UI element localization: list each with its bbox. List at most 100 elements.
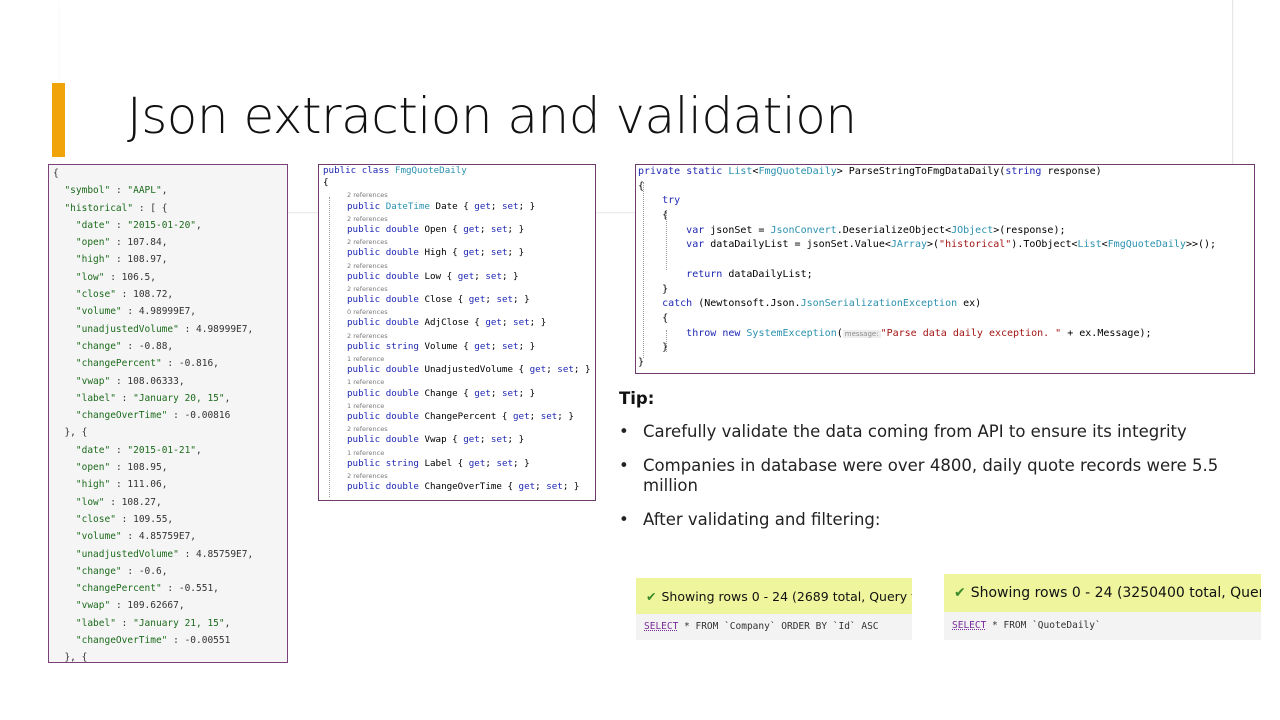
property-declaration: public string Volume { get; set; } xyxy=(347,340,536,352)
tip-bullet: Carefully validate the data coming from … xyxy=(619,422,1259,442)
class-open-brace: { xyxy=(323,177,329,189)
json-line: }, { xyxy=(53,427,88,439)
throw-message: "Parse data daily exception. " + ex.Mess… xyxy=(880,327,1152,339)
property-declaration: public double Change { get; set; } xyxy=(347,387,536,399)
json-line: "high" : 111.06, xyxy=(75,479,168,491)
property-declaration: public double ChangePercent { get; set; … xyxy=(347,410,574,422)
json-line: "high" : 108.97, xyxy=(75,254,168,266)
json-line: "symbol" : "AAPL", xyxy=(64,185,168,197)
indent-guide xyxy=(666,330,667,352)
property-declaration: public double Vwap { get; set; } xyxy=(347,434,525,446)
result-status-text: Showing rows 0 - 24 (3250400 total, Quer… xyxy=(970,585,1261,601)
reference-count: 2 references xyxy=(347,214,388,223)
json-line: "volume" : 4.85759E7, xyxy=(75,531,197,543)
property-declaration: public double AdjClose { get; set; } xyxy=(347,317,547,329)
property-declaration: public double Close { get; set; } xyxy=(347,294,530,306)
method-code-line: try xyxy=(662,195,681,207)
parameter-hint: message: xyxy=(842,329,881,338)
property-declaration: public double High { get; set; } xyxy=(347,247,525,259)
query-result-quotedaily: ✔ Showing rows 0 - 24 (3250400 total, Qu… xyxy=(944,574,1261,640)
sql-query: SELECT * FROM `QuoteDaily` xyxy=(944,612,1261,640)
json-line: "volume" : 4.98999E7, xyxy=(75,306,197,318)
json-line: "vwap" : 109.62667, xyxy=(75,600,185,612)
property-declaration: public double Low { get; set; } xyxy=(347,270,519,282)
query-result-company: ✔ Showing rows 0 - 24 (2689 total, Query… xyxy=(636,578,912,640)
json-line: "changeOverTime" : -0.00551 xyxy=(75,635,231,647)
indent-guide xyxy=(329,197,330,497)
reference-count: 2 references xyxy=(347,471,388,480)
json-line: { xyxy=(53,168,59,179)
reference-count: 2 references xyxy=(347,331,388,340)
json-line: "label" : "January 21, 15", xyxy=(75,617,231,629)
json-line: "changeOverTime" : -0.00816 xyxy=(75,410,231,422)
property-declaration: public double Open { get; set; } xyxy=(347,223,525,235)
result-status-bar: ✔ Showing rows 0 - 24 (2689 total, Query… xyxy=(636,578,912,614)
method-code-line xyxy=(636,253,1254,268)
method-code-line: } xyxy=(638,356,645,368)
property-declaration: public DateTime Date { get; set; } xyxy=(347,200,536,212)
method-code-panel: private static List<FmgQuoteDaily> Parse… xyxy=(635,164,1255,374)
json-sample-panel: { "symbol" : "AAPL", "historical" : [ { … xyxy=(48,164,288,663)
json-line: "change" : -0.88, xyxy=(75,340,174,352)
reference-count: 0 references xyxy=(347,308,388,317)
json-line: "close" : 108.72, xyxy=(75,289,174,301)
reference-count: 1 reference xyxy=(347,355,385,363)
json-line: "low" : 106.5, xyxy=(75,271,156,283)
reference-count: 2 references xyxy=(347,238,388,247)
json-line: "vwap" : 108.06333, xyxy=(75,375,185,387)
json-line: "low" : 108.27, xyxy=(75,496,162,508)
method-code-line: { xyxy=(638,210,669,222)
checkmark-icon: ✔ xyxy=(954,585,966,601)
sql-query-rest: * FROM `Company` ORDER BY `Id` ASC xyxy=(678,621,879,632)
slide-title: Json extraction and validation xyxy=(127,87,857,145)
method-code-line: { xyxy=(638,312,669,324)
json-line: "changePercent" : -0.816, xyxy=(75,358,219,370)
reference-count: 2 references xyxy=(347,261,388,270)
result-status-text: Showing rows 0 - 24 (2689 total, Query t… xyxy=(661,588,912,604)
json-line: }, { xyxy=(53,652,88,663)
json-line: "changePercent" : -0.551, xyxy=(75,583,219,595)
indent-guide xyxy=(666,212,667,270)
method-code-line: return dataDailyList; xyxy=(686,268,813,280)
json-line: "open" : 108.95, xyxy=(75,462,168,474)
method-code-line: { xyxy=(638,180,645,192)
property-declaration: public double ChangeOverTime { get; set;… xyxy=(347,481,580,493)
tip-bullet: Companies in database were over 4800, da… xyxy=(619,456,1259,496)
method-code-line: catch (Newtonsoft.Json.JsonSerialization… xyxy=(662,298,982,310)
method-code-line: var jsonSet = JsonConvert.DeserializeObj… xyxy=(686,224,1066,236)
method-code-line: var dataDailyList = jsonSet.Value<JArray… xyxy=(686,239,1217,251)
class-header: public class FmgQuoteDaily xyxy=(323,165,467,176)
reference-count: 1 reference xyxy=(347,448,385,457)
method-code-block: private static List<FmgQuoteDaily> Parse… xyxy=(636,165,1254,371)
tip-heading: Tip: xyxy=(619,389,655,408)
sql-query-rest: * FROM `QuoteDaily` xyxy=(986,620,1101,631)
checkmark-icon: ✔ xyxy=(646,588,657,604)
method-code-line: } xyxy=(638,283,669,295)
reference-count: 2 references xyxy=(347,191,388,200)
json-line: "unadjustedVolume" : 4.98999E7, xyxy=(75,323,254,335)
method-code-line: } xyxy=(638,342,669,354)
json-line: "historical" : [ { xyxy=(64,202,168,214)
property-declaration: public string Label { get; set; } xyxy=(347,457,530,469)
class-code-panel: public class FmgQuoteDaily { 2 reference… xyxy=(318,164,596,501)
reference-count: 1 reference xyxy=(347,378,385,387)
slide: Json extraction and validation { "symbol… xyxy=(0,0,1280,720)
property-declaration: public double UnadjustedVolume { get; se… xyxy=(347,364,591,376)
tip-bullet-list: Carefully validate the data coming from … xyxy=(619,422,1259,544)
json-line: "date" : "2015-01-21", xyxy=(75,444,202,456)
json-line: "open" : 107.84, xyxy=(75,237,168,249)
reference-count: 1 reference xyxy=(347,401,385,410)
indent-guide xyxy=(643,182,644,358)
sql-query: SELECT * FROM `Company` ORDER BY `Id` AS… xyxy=(636,614,912,640)
title-accent-bar xyxy=(52,83,65,157)
method-code-line: throw new SystemException(message: "Parse… xyxy=(686,327,1152,339)
sql-select-keyword: SELECT xyxy=(644,621,679,632)
json-line: "date" : "2015-01-20", xyxy=(75,219,202,231)
method-code-line: private static List<FmgQuoteDaily> Parse… xyxy=(638,166,1102,177)
tip-bullet: After validating and filtering: xyxy=(619,510,1259,530)
json-line: "unadjustedVolume" : 4.85759E7, xyxy=(75,548,254,560)
reference-count: 2 references xyxy=(347,425,388,434)
reference-count: 2 references xyxy=(347,284,388,293)
json-code-block: { "symbol" : "AAPL", "historical" : [ { … xyxy=(49,165,287,663)
sql-select-keyword: SELECT xyxy=(952,620,987,631)
